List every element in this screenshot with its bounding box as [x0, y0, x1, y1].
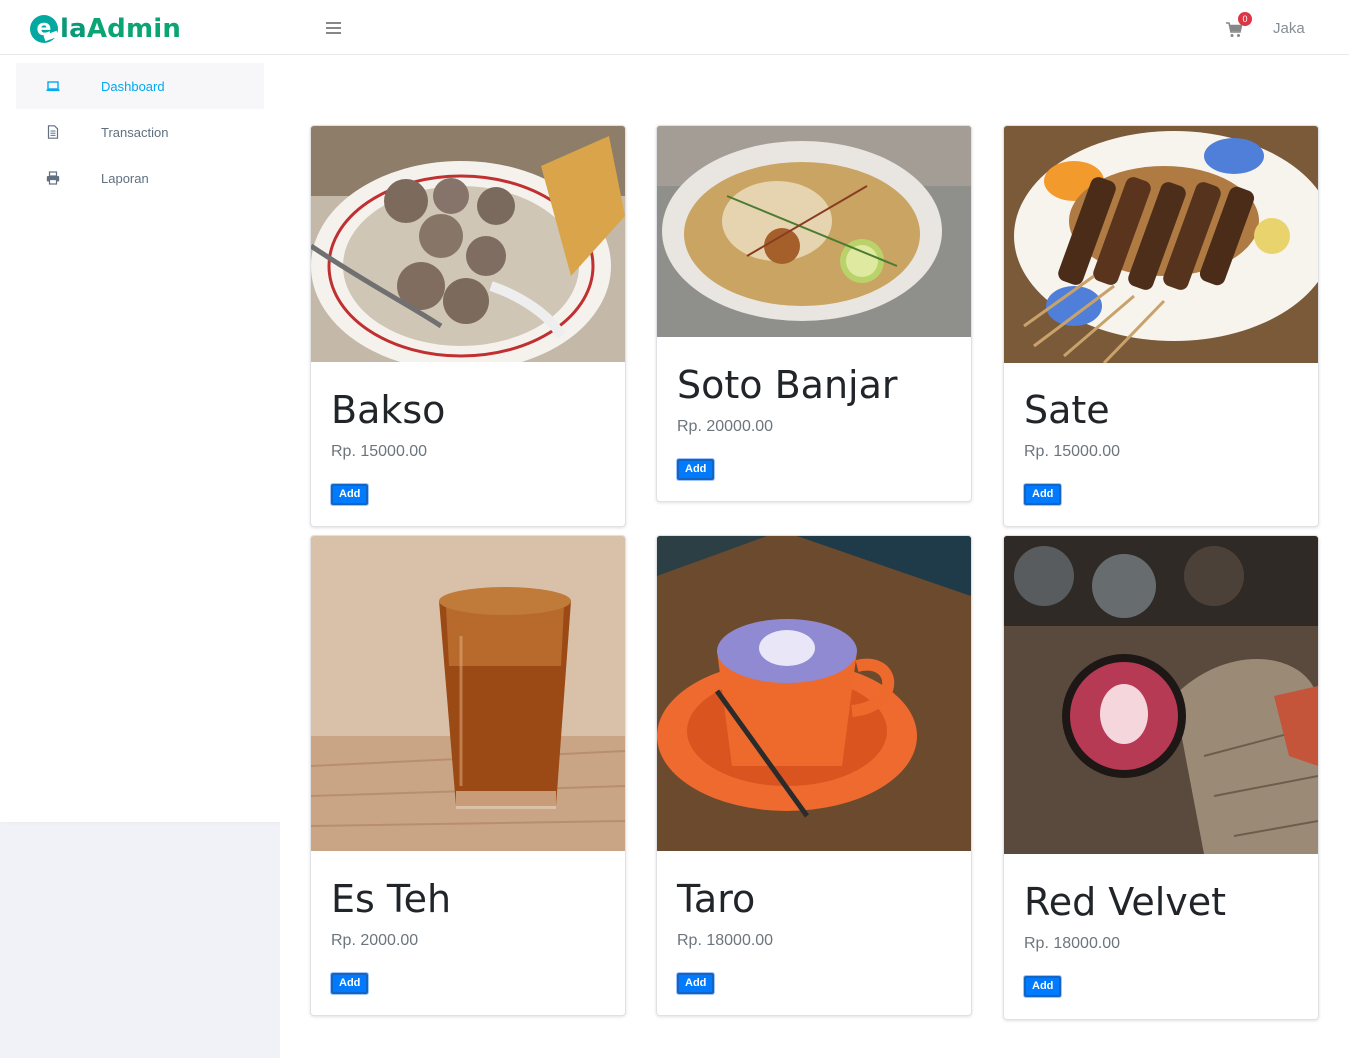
card-body: Sate Rp. 15000.00 Add: [1024, 388, 1120, 505]
card-body: Es Teh Rp. 2000.00 Add: [331, 877, 451, 994]
product-price: Rp. 18000.00: [677, 932, 774, 949]
top-header: e laAdmin 0 Jaka: [0, 0, 1349, 55]
product-price: Rp. 18000.00: [1024, 935, 1121, 952]
taro-latte-photo: [657, 536, 971, 851]
sidebar-item-label: Transaction: [101, 125, 169, 140]
card-body: Taro Rp. 18000.00 Add: [677, 877, 773, 994]
product-name: Red Velvet: [1024, 880, 1227, 924]
product-price: Rp. 15000.00: [331, 443, 428, 460]
meatball-soup-photo: [311, 126, 625, 362]
logo-text: laAdmin: [60, 14, 181, 44]
file-text-icon: [47, 125, 59, 139]
user-menu[interactable]: Jaka: [1273, 20, 1305, 37]
logo-text-la: la: [60, 14, 87, 44]
logo-text-admin: Admin: [86, 14, 182, 44]
product-price: Rp. 20000.00: [677, 418, 774, 435]
add-button[interactable]: Add: [677, 459, 715, 480]
logo-e-mark: e: [30, 15, 58, 43]
product-name: Soto Banjar: [677, 363, 898, 407]
product-name: Es Teh: [331, 877, 452, 921]
cart-count-badge: 0: [1238, 12, 1252, 26]
sidebar-item-label: Laporan: [101, 171, 149, 186]
sidebar: Dashboard Transaction Laporan: [0, 55, 280, 822]
product-price: Rp. 2000.00: [331, 932, 419, 949]
sidebar-item-dashboard[interactable]: Dashboard: [16, 63, 264, 109]
product-name: Taro: [677, 877, 756, 921]
brand-logo[interactable]: e laAdmin: [30, 12, 181, 46]
satay-photo: [1004, 126, 1318, 363]
product-name: Bakso: [331, 388, 446, 432]
product-card-es-teh: Es Teh Rp. 2000.00 Add: [310, 535, 626, 1016]
card-body: Soto Banjar Rp. 20000.00 Add: [677, 363, 898, 480]
product-card-soto-banjar: Soto Banjar Rp. 20000.00 Add: [656, 125, 972, 502]
product-price: Rp. 15000.00: [1024, 443, 1121, 460]
iced-tea-photo: [311, 536, 625, 851]
add-button[interactable]: Add: [1024, 484, 1062, 505]
sidebar-item-label: Dashboard: [101, 79, 165, 94]
product-card-sate: Sate Rp. 15000.00 Add: [1003, 125, 1319, 527]
add-button[interactable]: Add: [1024, 976, 1062, 997]
product-card-taro: Taro Rp. 18000.00 Add: [656, 535, 972, 1016]
product-name: Sate: [1024, 388, 1110, 432]
printer-icon: [46, 171, 60, 185]
product-card-red-velvet: Red Velvet Rp. 18000.00 Add: [1003, 535, 1319, 1020]
sidebar-item-laporan[interactable]: Laporan: [16, 155, 264, 201]
menu-icon[interactable]: [326, 22, 341, 34]
laptop-icon: [46, 81, 60, 92]
soto-banjar-photo: [657, 126, 971, 337]
product-card-bakso: Bakso Rp. 15000.00 Add: [310, 125, 626, 527]
red-velvet-latte-photo: [1004, 536, 1318, 854]
card-body: Red Velvet Rp. 18000.00 Add: [1024, 880, 1226, 997]
add-button[interactable]: Add: [331, 973, 369, 994]
add-button[interactable]: Add: [331, 484, 369, 505]
sidebar-item-transaction[interactable]: Transaction: [16, 109, 264, 155]
card-body: Bakso Rp. 15000.00 Add: [331, 388, 445, 505]
add-button[interactable]: Add: [677, 973, 715, 994]
